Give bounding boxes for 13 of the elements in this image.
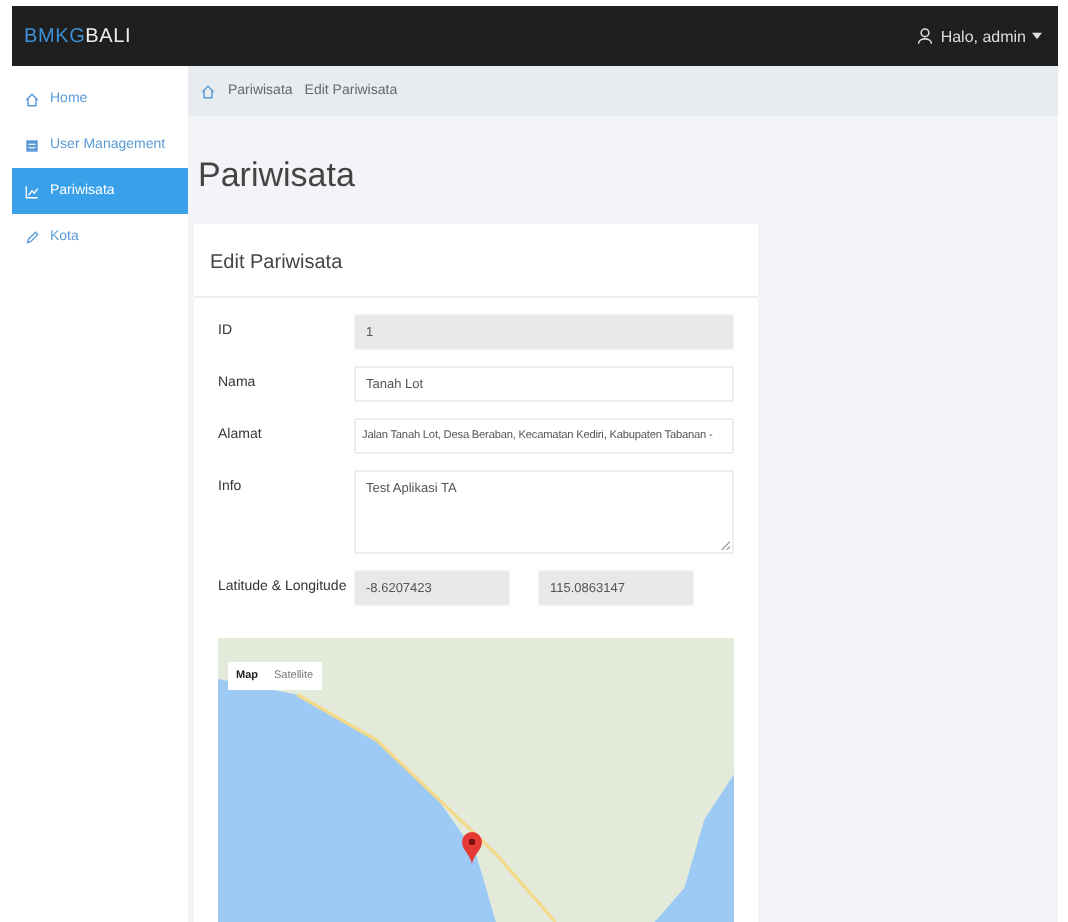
document-icon	[24, 137, 40, 153]
map-pin-icon[interactable]	[462, 832, 482, 864]
home-icon	[24, 91, 40, 107]
home-icon[interactable]	[200, 83, 216, 99]
resize-grip-icon[interactable]	[720, 540, 730, 550]
caret-icon	[1032, 32, 1042, 40]
user-icon	[916, 26, 935, 46]
page-title: Pariwisata	[196, 154, 357, 198]
pencil-icon	[24, 229, 40, 245]
card-title: Edit Pariwisata	[194, 224, 758, 298]
chart-icon	[24, 183, 40, 199]
user-menu[interactable]: Halo, admin	[916, 26, 1042, 46]
brand-logo[interactable]: BMKGBALI	[24, 25, 132, 47]
